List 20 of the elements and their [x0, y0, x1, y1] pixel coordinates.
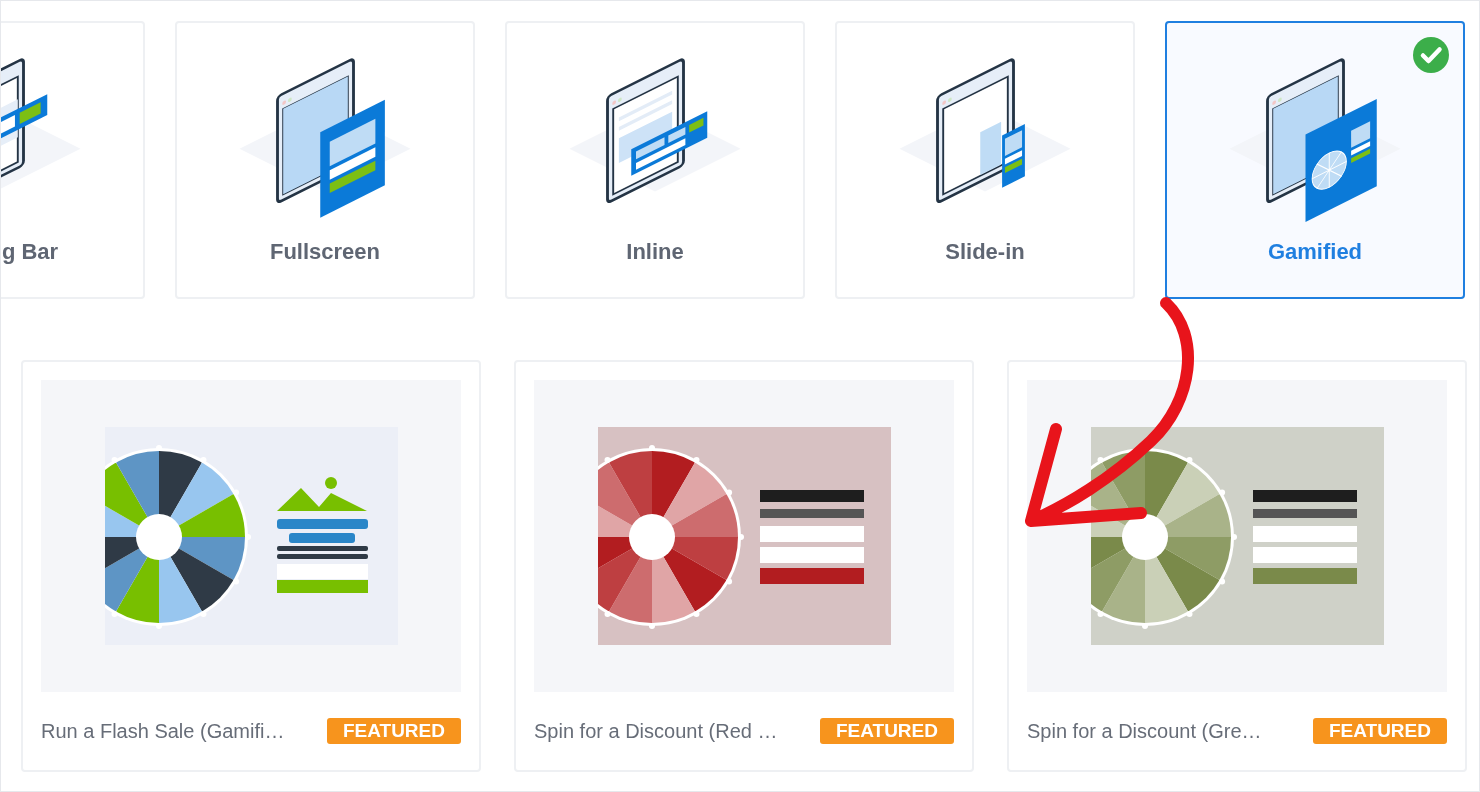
campaign-type-label: Fullscreen — [269, 239, 380, 265]
campaign-type-label: Inline — [626, 239, 684, 265]
template-card[interactable]: Spin for a Discount (Red … FEATURED — [514, 360, 974, 772]
template-card[interactable]: Run a Flash Sale (Gamifi… FEATURED — [21, 360, 481, 772]
campaign-type-card[interactable]: Inline — [505, 21, 805, 299]
campaign-type-card[interactable]: Slide-in — [835, 21, 1135, 299]
campaign-type-label: g Bar — [1, 239, 59, 265]
campaign-type-card[interactable]: Fullscreen — [175, 21, 475, 299]
campaign-type-label: Gamified — [1267, 239, 1363, 265]
template-card[interactable]: Spin for a Discount (Gre… FEATURED — [1007, 360, 1467, 772]
campaign-type-card[interactable]: g Bar — [1, 21, 145, 299]
featured-badge: FEATURED — [1312, 718, 1447, 744]
template-title: Spin for a Discount (Gre… — [1027, 719, 1262, 743]
campaign-type-label: Slide-in — [945, 239, 1025, 265]
campaign-type-card[interactable]: Gamified — [1165, 21, 1465, 299]
template-title: Spin for a Discount (Red … — [534, 719, 778, 743]
checkmark-icon — [1413, 37, 1449, 73]
featured-badge: FEATURED — [819, 718, 954, 744]
featured-badge: FEATURED — [326, 718, 461, 744]
template-title: Run a Flash Sale (Gamifi… — [41, 719, 285, 743]
